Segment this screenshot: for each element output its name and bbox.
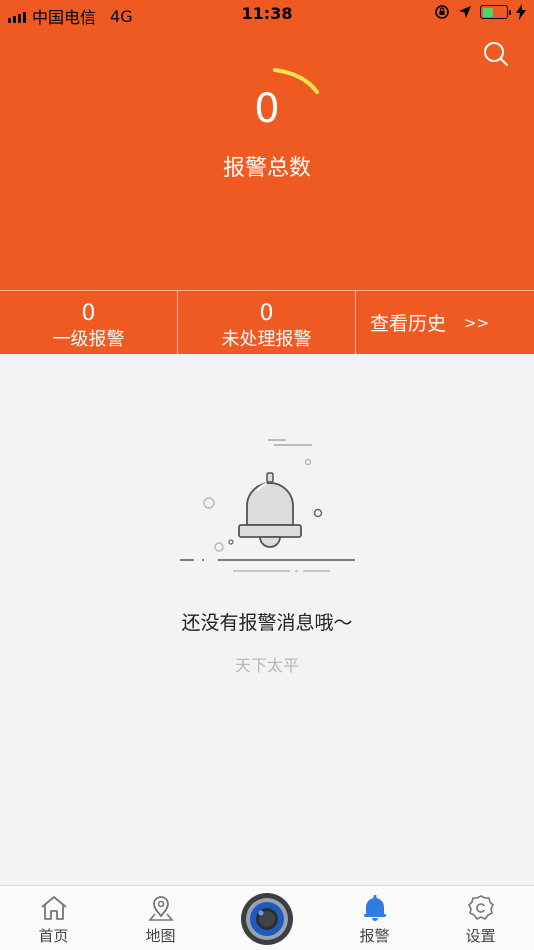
level-one-alarm-count: 0	[81, 301, 96, 326]
view-history-arrow: >>	[464, 313, 490, 332]
status-bar: 中国电信 4G 11:38	[0, 0, 534, 28]
camera-button-icon[interactable]	[240, 892, 294, 946]
view-history-button[interactable]: 查看历史 >>	[356, 291, 534, 354]
tab-settings-label: 设置	[465, 927, 496, 945]
empty-bell-illustration	[180, 439, 355, 572]
settings-icon	[467, 895, 494, 920]
bell-icon	[363, 895, 386, 921]
map-pin-icon	[147, 896, 174, 921]
tab-map-label: 地图	[145, 927, 176, 945]
battery-icon	[480, 5, 511, 19]
empty-state-title: 还没有报警消息哦～	[181, 612, 353, 634]
tab-home[interactable]: 首页	[0, 886, 107, 950]
home-icon	[40, 896, 67, 920]
tab-settings[interactable]: 设置	[427, 886, 534, 950]
search-icon[interactable]	[480, 38, 512, 70]
unprocessed-alarm-count: 0	[259, 301, 274, 326]
header-panel	[0, 0, 534, 290]
stats-row: 0 一级报警 0 未处理报警 查看历史 >>	[0, 290, 534, 354]
tab-alarm[interactable]: 报警	[321, 886, 428, 950]
location-arrow-icon	[459, 6, 471, 18]
unprocessed-alarm-label: 未处理报警	[221, 329, 312, 350]
tab-alarm-label: 报警	[359, 927, 390, 945]
tab-map[interactable]: 地图	[107, 886, 214, 950]
level-one-alarm-label: 一级报警	[52, 329, 125, 350]
empty-state-subtitle: 天下太平	[234, 656, 299, 675]
rotation-lock-icon	[435, 5, 449, 19]
view-history-label: 查看历史	[370, 313, 447, 335]
total-alarm-label: 报警总数	[222, 156, 311, 181]
charging-bolt-icon	[516, 4, 526, 20]
level-one-alarm-stat[interactable]: 0 一级报警	[0, 291, 178, 354]
total-alarm-count: 0	[254, 86, 280, 132]
unprocessed-alarm-stat[interactable]: 0 未处理报警	[178, 291, 356, 354]
tab-home-label: 首页	[38, 927, 69, 945]
